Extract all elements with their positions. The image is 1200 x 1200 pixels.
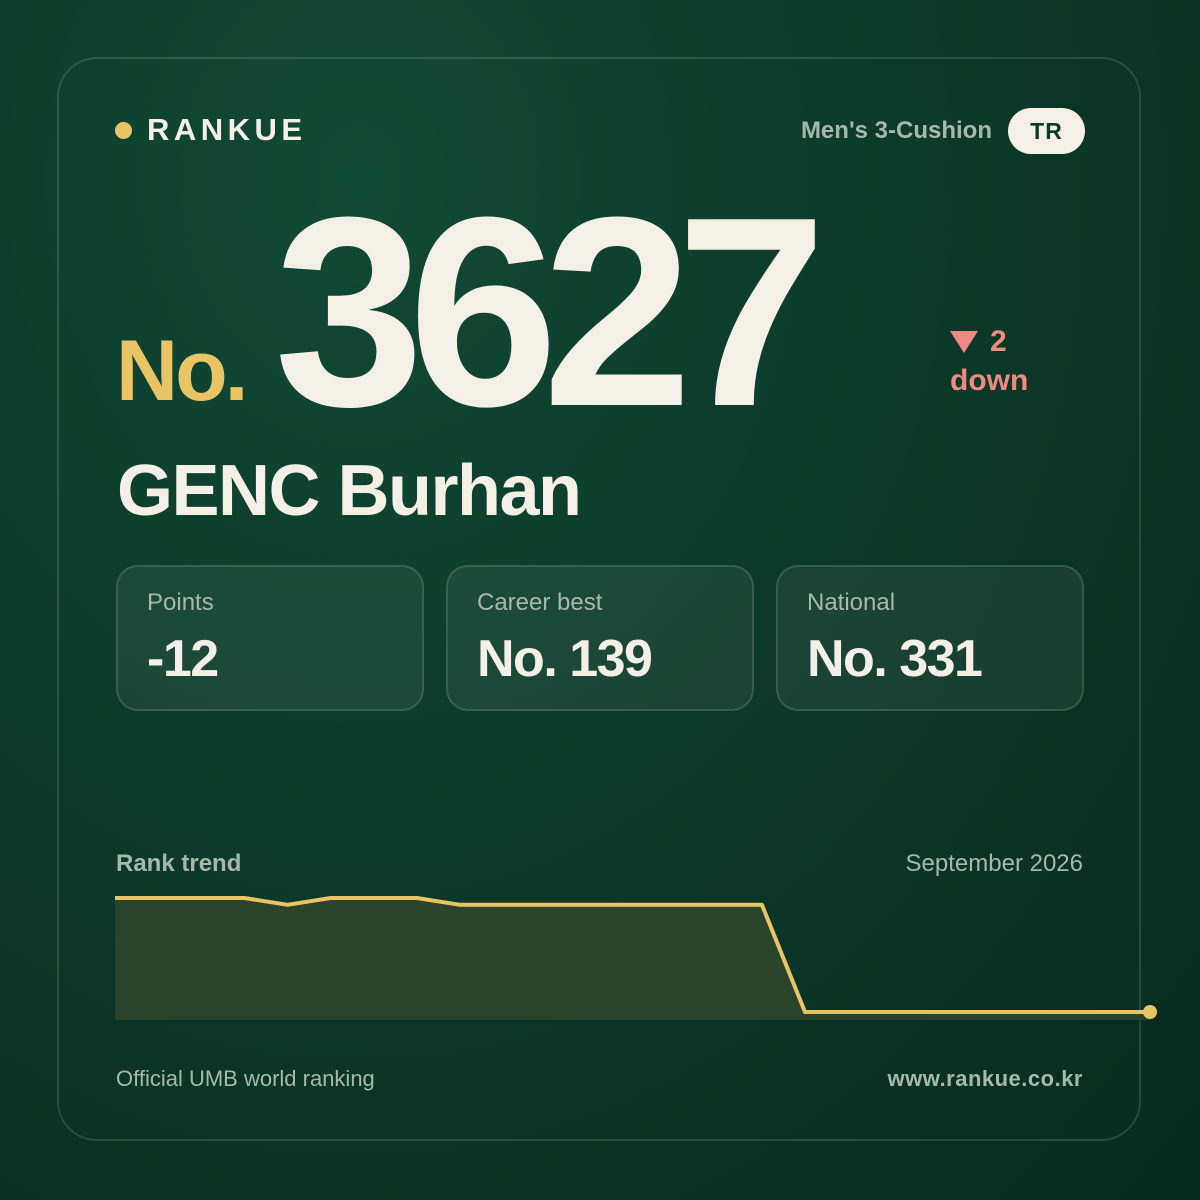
stat-value: No. 331 xyxy=(807,630,983,688)
rank-change: 2 down xyxy=(950,322,1028,400)
brand-name: RANKUE xyxy=(147,112,307,147)
trend-label: Rank trend xyxy=(116,850,242,877)
category-label: Men's 3-Cushion xyxy=(800,117,992,144)
rank-trend-chart xyxy=(115,896,1157,1020)
country-badge: TR xyxy=(1008,108,1085,154)
footer-source: Official UMB world ranking xyxy=(116,1066,375,1091)
stat-value: No. 139 xyxy=(477,630,653,688)
stat-card-career-best: Career best No. 139 xyxy=(446,565,754,711)
stat-label: Points xyxy=(147,589,214,616)
brand-logo: RANKUE xyxy=(115,112,307,148)
trend-date: September 2026 xyxy=(905,850,1083,877)
triangle-down-icon xyxy=(950,330,978,353)
player-name: GENC Burhan xyxy=(117,451,582,531)
trend-area xyxy=(115,898,1150,1020)
brand-dot-icon xyxy=(115,121,132,139)
rank-number: 3627 xyxy=(274,162,827,463)
stat-card-national: National No. 331 xyxy=(776,565,1084,711)
stat-label: Career best xyxy=(477,589,603,616)
rank-change-word: down xyxy=(950,364,1029,397)
stat-card-points: Points -12 xyxy=(116,565,424,711)
footer-website-link[interactable]: www.rankue.co.kr xyxy=(888,1066,1083,1092)
stat-label: National xyxy=(807,589,896,616)
stat-value: -12 xyxy=(147,630,219,688)
rank-prefix: No. xyxy=(116,323,249,419)
trend-end-marker xyxy=(1143,1005,1157,1019)
rank-change-amount: 2 xyxy=(990,325,1007,358)
